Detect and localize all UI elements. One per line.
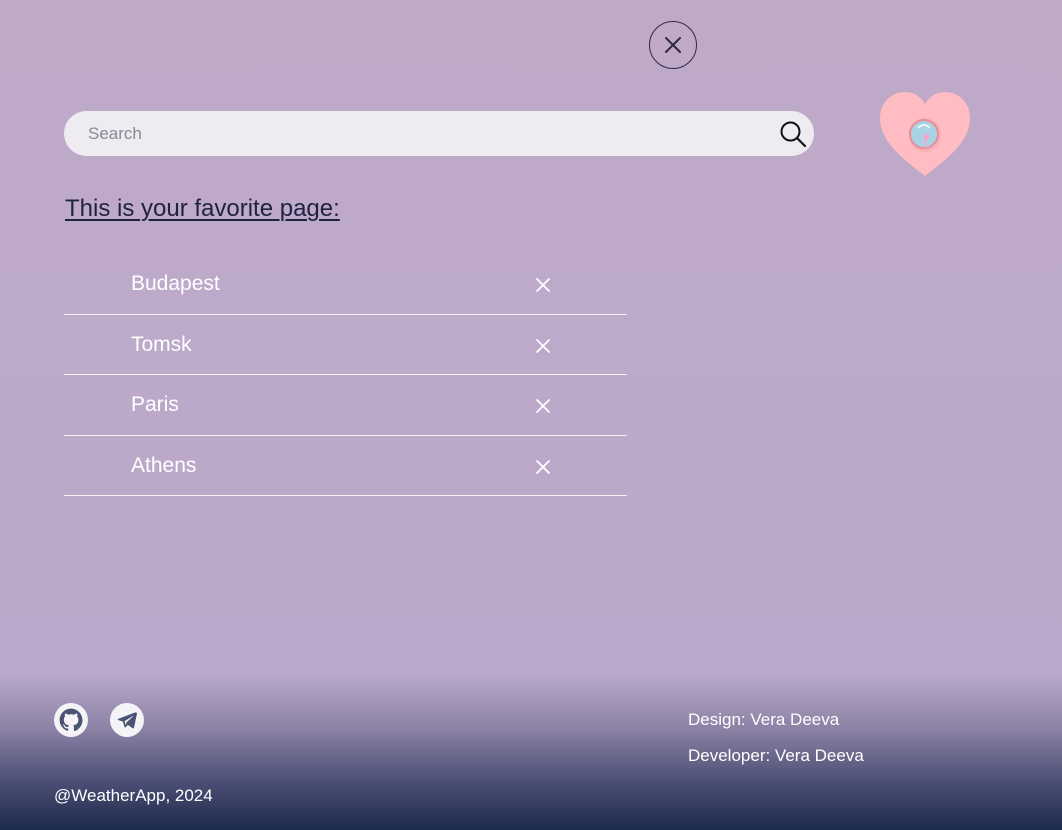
heart-icon <box>880 92 970 176</box>
close-icon <box>536 278 550 292</box>
favorites-heading: This is your favorite page: <box>65 195 340 222</box>
search-bar <box>64 111 814 156</box>
close-icon <box>536 459 550 474</box>
remove-favorite-button[interactable] <box>532 456 554 478</box>
remove-favorite-button[interactable] <box>532 395 554 417</box>
copyright-text: @WeatherApp, 2024 <box>54 786 213 805</box>
favorites-page: This is your favorite page: Budapest Tom… <box>0 0 1062 830</box>
remove-favorite-button[interactable] <box>532 274 554 296</box>
close-icon <box>536 399 550 413</box>
close-icon <box>665 37 681 53</box>
credits: Design: Vera Deeva Developer: Vera Deeva <box>688 702 864 774</box>
github-icon <box>59 708 83 732</box>
favorite-city-link[interactable]: Budapest <box>131 272 220 296</box>
search-icon <box>780 121 807 148</box>
design-credit: Design: Vera Deeva <box>688 710 840 729</box>
telegram-icon <box>117 712 137 729</box>
footer: @WeatherApp, 2024 Design: Vera Deeva Dev… <box>0 672 1062 830</box>
favorite-city-link[interactable]: Tomsk <box>131 333 192 357</box>
github-link[interactable] <box>54 703 88 737</box>
search-button[interactable] <box>778 119 808 149</box>
favorite-city-link[interactable]: Athens <box>131 454 196 478</box>
list-item: Tomsk <box>64 315 627 375</box>
list-item: Paris <box>64 375 627 436</box>
favorite-city-link[interactable]: Paris <box>131 393 179 417</box>
close-button[interactable] <box>649 21 697 69</box>
search-input[interactable] <box>64 111 764 156</box>
favorites-heart-badge[interactable] <box>878 90 972 178</box>
favorites-list: Budapest Tomsk Paris Athens <box>64 254 627 496</box>
developer-credit: Developer: Vera Deeva <box>688 746 864 765</box>
telegram-link[interactable] <box>110 703 144 737</box>
remove-favorite-button[interactable] <box>532 335 554 357</box>
list-item: Athens <box>64 436 627 496</box>
list-item: Budapest <box>64 254 627 315</box>
close-icon <box>536 338 550 353</box>
